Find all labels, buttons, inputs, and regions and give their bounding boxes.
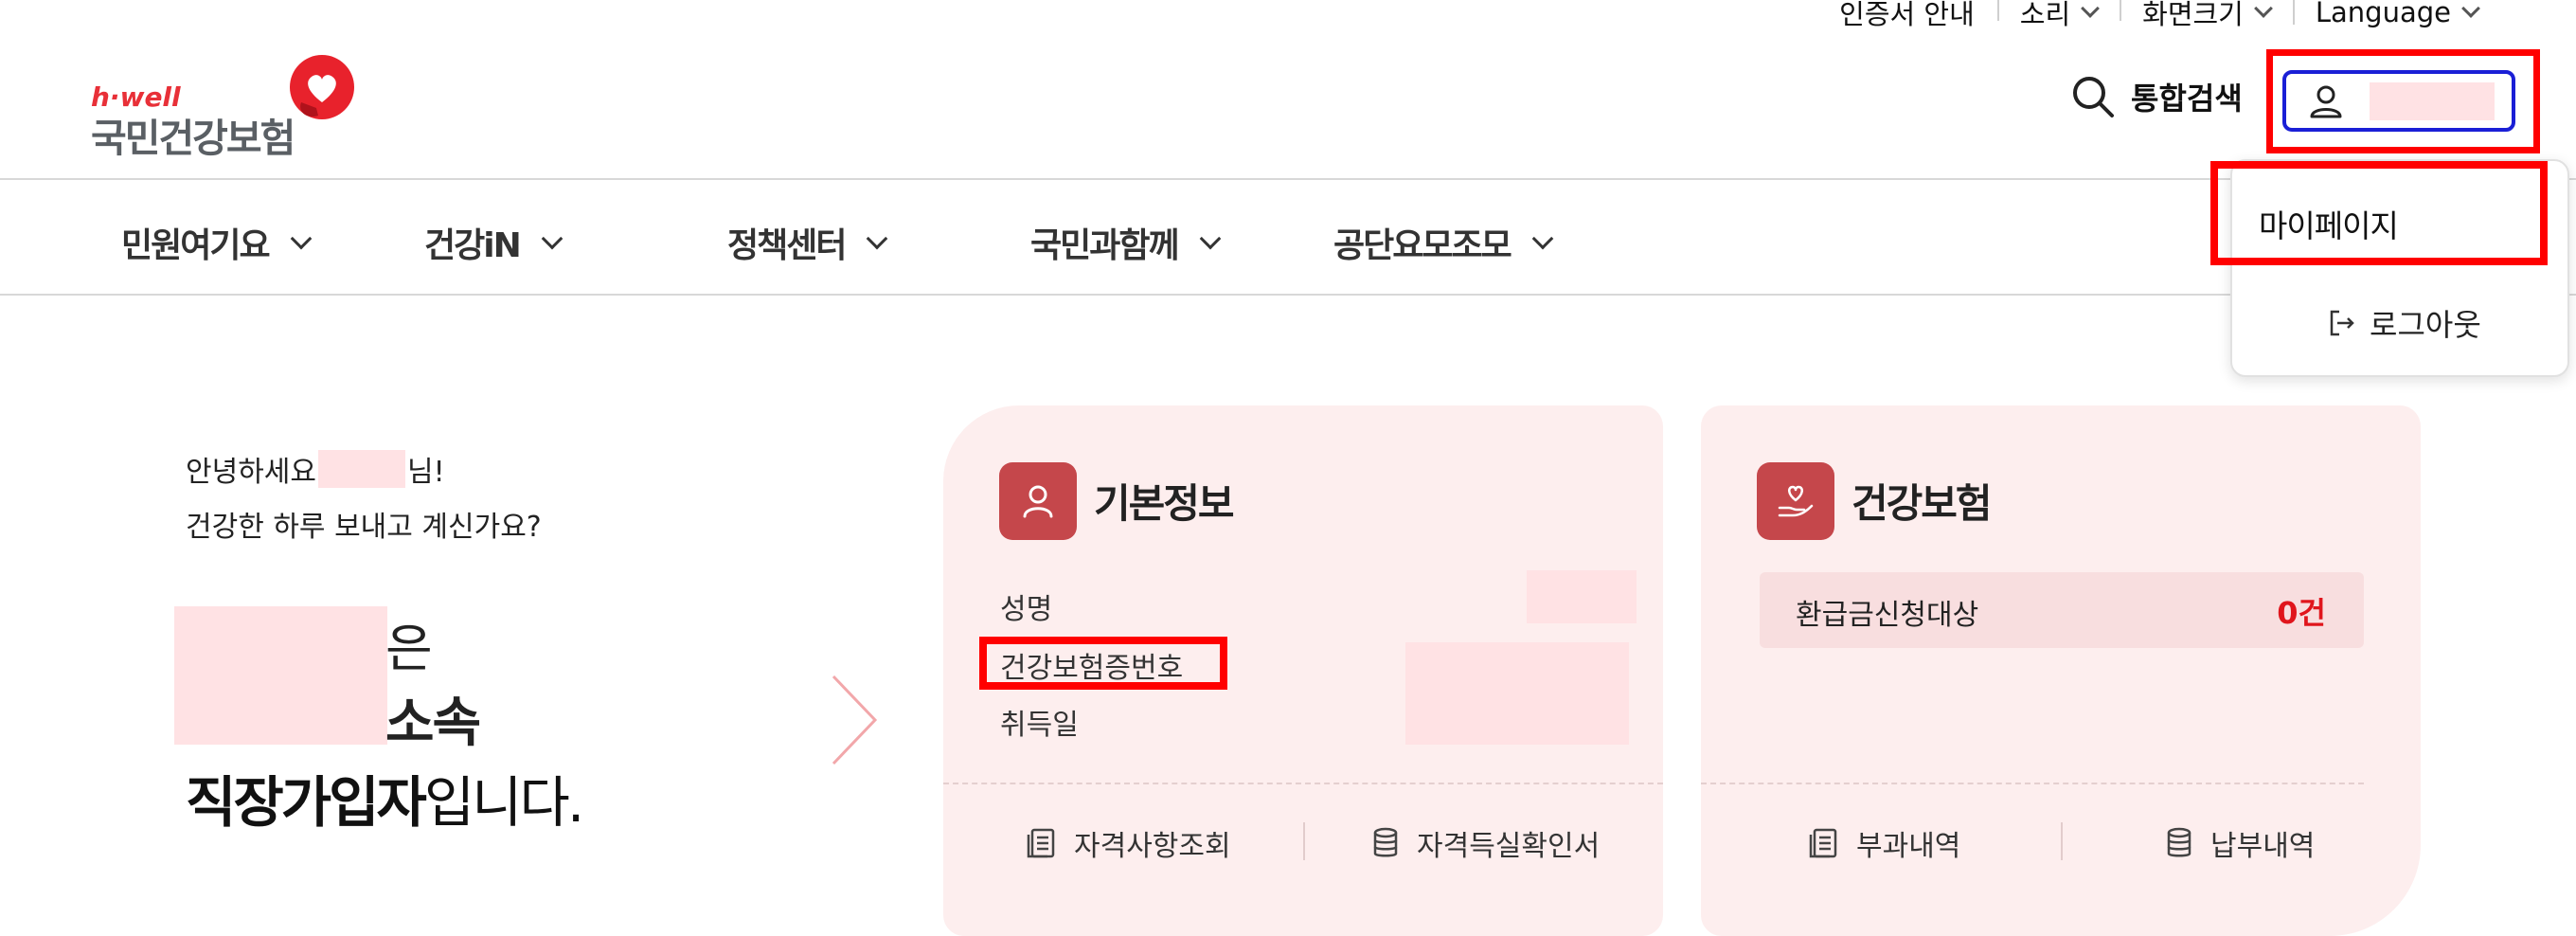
chevron-down-icon <box>867 227 888 250</box>
card-divider <box>1701 783 2364 784</box>
main-nav: 민원여기요 건강iN 정책센터 국민과함께 공단요모조모 <box>0 178 2576 296</box>
greeting-prefix: 안녕하세요 <box>186 456 316 489</box>
greeting-line-2: 건강한 하루 보내고 계신가요? <box>186 511 542 544</box>
sound-menu[interactable]: 소리 <box>1996 0 2120 32</box>
chevron-down-icon <box>290 227 312 250</box>
qualification-certificate-link[interactable]: 자격득실확인서 <box>1371 822 1600 864</box>
hand-heart-icon <box>1778 485 1814 517</box>
search-icon <box>2073 77 2114 117</box>
user-name-redacted <box>318 450 405 488</box>
nav-item-label: 국민과함께 <box>1030 226 1180 265</box>
integrated-search-button[interactable]: 통합검색 <box>2070 74 2243 119</box>
logout-label: 로그아웃 <box>2370 307 2481 343</box>
nav-item-health-in[interactable]: 건강iN <box>424 218 564 267</box>
language-menu[interactable]: Language <box>2292 0 2500 28</box>
nav-item-policy-center[interactable]: 정책센터 <box>727 218 888 267</box>
utility-bar: 인증서 안내 소리 화면크기 Language <box>1816 0 2500 30</box>
refund-target-label: 환급금신청대상 <box>1796 599 1979 632</box>
user-icon <box>2310 85 2342 117</box>
organization-name-redacted <box>174 606 387 745</box>
user-name-redacted <box>2370 81 2495 120</box>
logout-menu-item[interactable]: 로그아웃 <box>2326 301 2481 345</box>
document-list-icon <box>1027 828 1055 858</box>
nav-item-label: 공단요모조모 <box>1333 226 1512 265</box>
chevron-down-icon <box>2081 0 2101 18</box>
card-icon-wrap <box>1757 462 1834 540</box>
payment-history-link[interactable]: 납부내역 <box>2165 822 2315 864</box>
logout-icon <box>2330 310 2354 336</box>
card-icon-wrap <box>999 462 1077 540</box>
logo-name: 국민건강보험 <box>91 116 295 161</box>
insurance-number-value-redacted <box>1405 642 1629 745</box>
qualification-inquiry-link[interactable]: 자격사항조회 <box>1025 822 1231 864</box>
member-type-suffix: 입니다. <box>423 770 585 835</box>
annotation-highlight-insurance-number <box>979 637 1227 690</box>
annotation-highlight-mypage <box>2210 161 2548 265</box>
link-separator <box>2061 822 2063 860</box>
health-insurance-title: 건강보험 <box>1852 480 1993 527</box>
nav-item-with-citizens[interactable]: 국민과함께 <box>1030 218 1221 267</box>
name-value-redacted <box>1527 570 1637 623</box>
member-type: 직장가입자 <box>186 770 427 835</box>
chevron-down-icon <box>1199 227 1221 250</box>
nhis-logo[interactable]: h·well 국민건강보험 <box>91 53 375 161</box>
chevron-right-icon[interactable] <box>828 673 881 767</box>
chevron-down-icon <box>541 227 564 250</box>
heart-logo-icon <box>290 55 354 119</box>
greeting-suffix: 님! <box>407 456 445 489</box>
greeting-line-1: 안녕하세요 님! <box>186 448 445 490</box>
charge-history-label: 부과내역 <box>1856 830 1961 863</box>
organization-affiliation: 소속 <box>385 693 481 754</box>
member-type-line: 직장가입자입니다. <box>186 758 585 837</box>
chevron-down-icon <box>1531 227 1554 250</box>
field-name-label: 성명 <box>1000 593 1053 626</box>
database-icon <box>2167 827 2191 857</box>
refund-target-count: 0건 <box>2277 595 2326 631</box>
document-list-icon <box>1809 828 1837 858</box>
charge-history-link[interactable]: 부과내역 <box>1807 822 1960 864</box>
refund-target-row[interactable]: 환급금신청대상 0건 <box>1760 572 2364 648</box>
database-icon <box>1373 827 1398 857</box>
card-divider <box>943 783 1663 784</box>
nav-item-label: 민원여기요 <box>121 226 271 265</box>
payment-history-label: 납부내역 <box>2210 830 2316 863</box>
sound-label: 소리 <box>2019 0 2071 30</box>
chevron-down-icon <box>2253 0 2273 18</box>
user-menu-button[interactable] <box>2282 70 2515 132</box>
certificate-guide-label: 인증서 안내 <box>1839 0 1975 30</box>
link-separator <box>1303 822 1305 860</box>
person-icon <box>1023 485 1053 518</box>
field-acquisition-date-label: 취득일 <box>1000 709 1079 742</box>
language-label: Language <box>2315 0 2451 28</box>
qualification-inquiry-label: 자격사항조회 <box>1074 830 1231 863</box>
integrated-search-label: 통합검색 <box>2131 81 2243 117</box>
screen-size-label: 화면크기 <box>2142 0 2244 30</box>
organization-particle: 은 <box>385 619 433 678</box>
certificate-guide-link[interactable]: 인증서 안내 <box>1816 0 1997 32</box>
nav-item-label: 정책센터 <box>727 226 847 265</box>
basic-info-title: 기본정보 <box>1094 480 1235 527</box>
nav-item-about-nhis[interactable]: 공단요모조모 <box>1333 218 1554 267</box>
chevron-down-icon <box>2461 0 2480 18</box>
nav-item-civil-service[interactable]: 민원여기요 <box>121 218 312 267</box>
screen-size-menu[interactable]: 화면크기 <box>2120 0 2293 32</box>
nav-item-label: 건강iN <box>424 226 522 265</box>
qualification-certificate-label: 자격득실확인서 <box>1417 830 1601 863</box>
